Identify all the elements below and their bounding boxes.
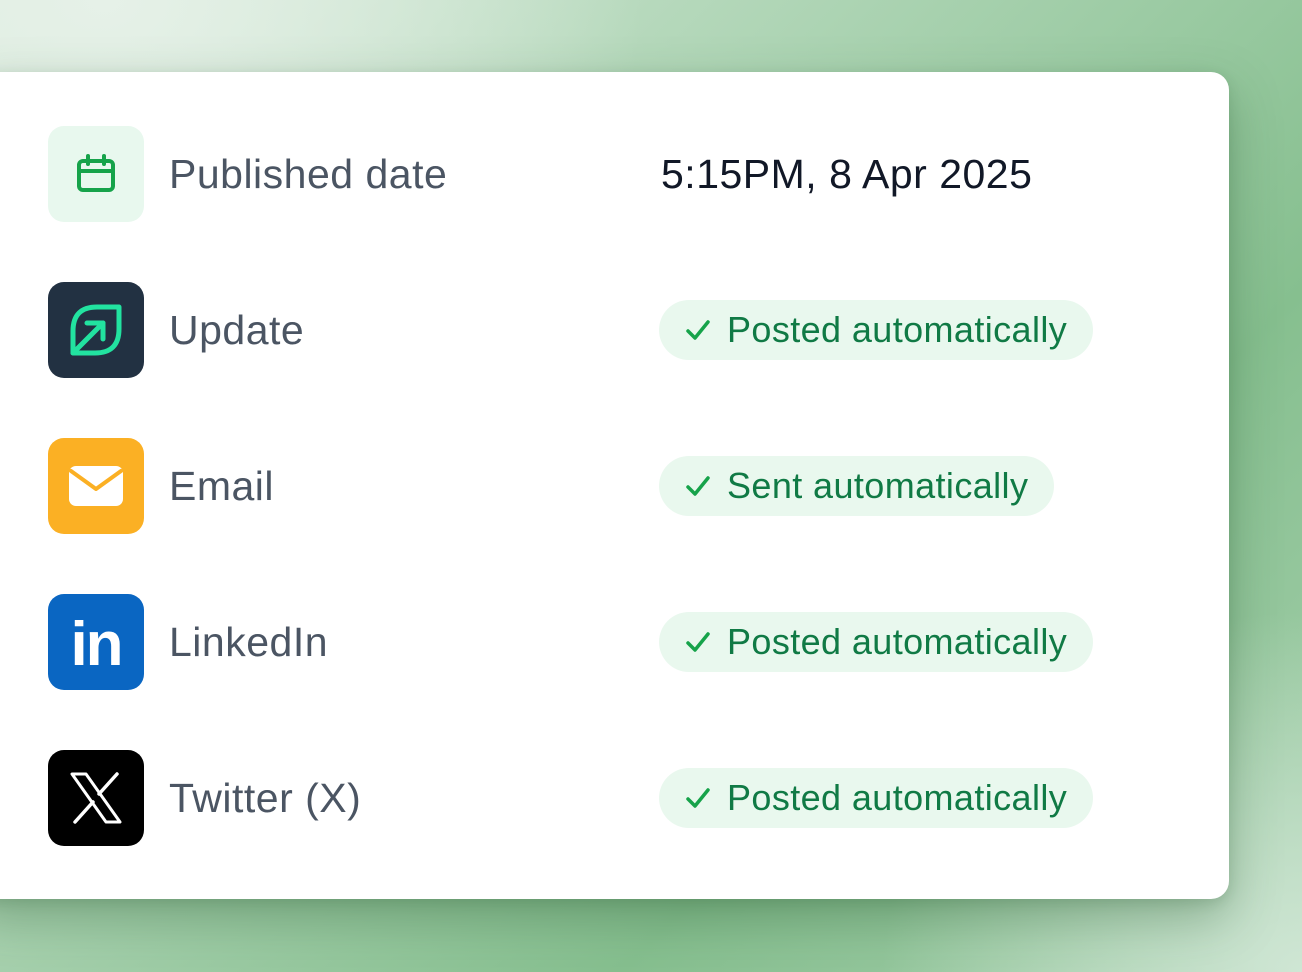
twitter-label: Twitter (X): [169, 775, 362, 821]
linkedin-status-badge: Posted automatically: [659, 612, 1094, 672]
publish-details-card: Published date 5:15PM, 8 Apr 2025 Update…: [0, 72, 1229, 899]
check-icon: [686, 476, 710, 496]
update-leaf-icon: [48, 282, 144, 378]
twitter-status-badge: Posted automatically: [659, 768, 1094, 828]
calendar-icon: [48, 126, 144, 222]
envelope-icon: [48, 438, 144, 534]
twitter-row: Twitter (X) Posted automatically: [48, 750, 1188, 846]
update-status-badge: Posted automatically: [659, 300, 1094, 360]
linkedin-label: LinkedIn: [169, 619, 329, 665]
published-date-row: Published date 5:15PM, 8 Apr 2025: [48, 126, 1188, 222]
linkedin-logo-text: in: [70, 610, 123, 679]
update-row: Update Posted automatically: [48, 282, 1188, 378]
linkedin-icon: in: [48, 594, 144, 690]
twitter-status-text: Posted automatically: [727, 777, 1068, 818]
check-icon: [686, 320, 710, 340]
update-status-text: Posted automatically: [727, 309, 1068, 350]
published-date-value: 5:15PM, 8 Apr 2025: [661, 151, 1033, 197]
email-label: Email: [169, 463, 275, 509]
check-icon: [686, 632, 710, 652]
check-icon: [686, 788, 710, 808]
email-status-badge: Sent automatically: [659, 456, 1055, 516]
linkedin-row: in LinkedIn Posted automatically: [48, 594, 1188, 690]
published-date-label: Published date: [169, 151, 448, 197]
x-logo-icon: [48, 750, 144, 846]
email-row: Email Sent automatically: [48, 438, 1188, 534]
email-status-text: Sent automatically: [727, 465, 1029, 506]
linkedin-status-text: Posted automatically: [727, 621, 1068, 662]
update-label: Update: [169, 307, 305, 353]
